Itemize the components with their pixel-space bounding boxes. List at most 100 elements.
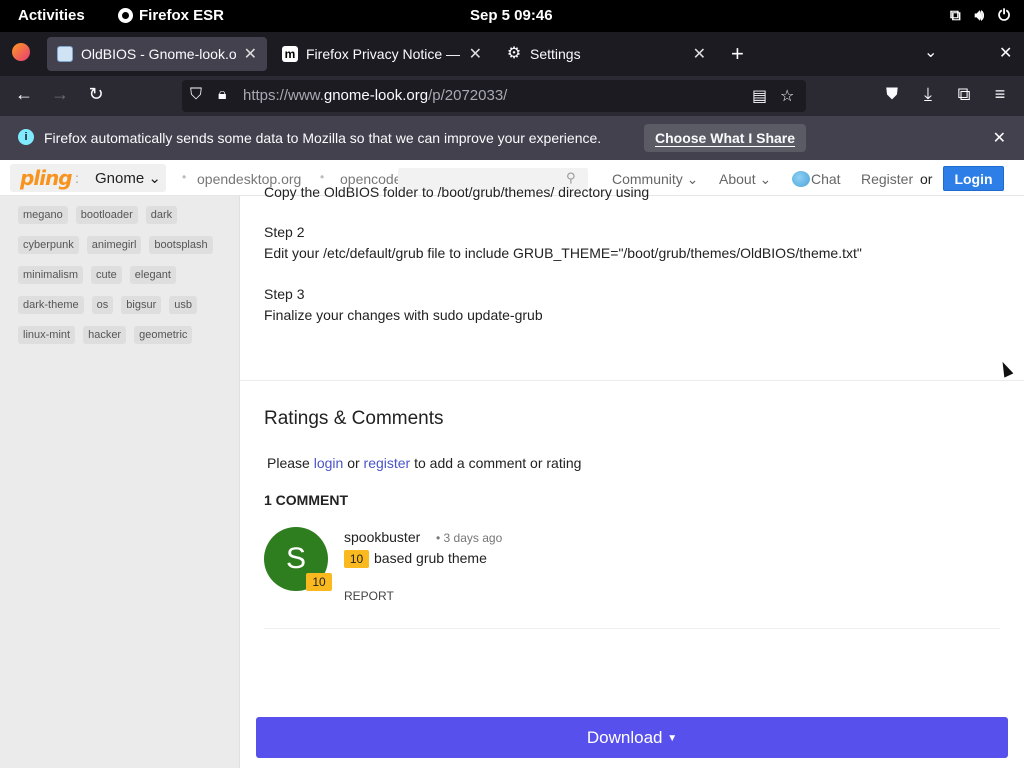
tag-dark-theme[interactable]: dark-theme xyxy=(18,296,84,314)
tag-os[interactable]: os xyxy=(91,296,114,314)
store-dropdown[interactable]: Gnome ⌄ xyxy=(95,169,161,187)
extensions-icon[interactable]: ⧉ xyxy=(952,84,976,105)
tab-title: Firefox Privacy Notice — M xyxy=(306,46,461,62)
prompt-suffix: to add a comment or rating xyxy=(414,455,582,471)
caret-down-icon: ▼ xyxy=(667,733,678,745)
tag-bootsplash[interactable]: bootsplash xyxy=(149,236,213,254)
tag-cloud: megano bootloader dark cyberpunk animegirl bo… xyxy=(18,200,228,350)
section-divider xyxy=(240,380,1024,381)
tag-minimalism[interactable]: minimalism xyxy=(18,266,83,284)
about-menu[interactable]: About ⌄ xyxy=(719,171,771,188)
new-tab-icon[interactable]: + xyxy=(731,41,744,67)
url-text[interactable]: https://www.gnome-look.org/p/2072033/ xyxy=(243,87,507,104)
lock-icon[interactable]: 🔒︎ xyxy=(218,86,227,104)
tab-oldbios[interactable]: OldBIOS - Gnome-look.o ✕ xyxy=(47,37,267,71)
app-menu[interactable]: Firefox ESR xyxy=(118,7,224,24)
info-icon: i xyxy=(18,129,34,145)
close-tab-icon[interactable]: ✕ xyxy=(469,44,482,64)
data-collection-notification: i Firefox automatically sends some data … xyxy=(0,116,1024,160)
bookmark-star-icon[interactable]: ☆ xyxy=(780,86,794,106)
power-icon[interactable]: ⏻ xyxy=(998,7,1010,24)
tag-megano[interactable]: megano xyxy=(18,206,68,224)
tag-row: cyberpunk animegirl bootsplash xyxy=(18,230,228,260)
step-2: Step 2 Edit your /etc/default/grub file … xyxy=(264,222,862,264)
tag-usb[interactable]: usb xyxy=(169,296,197,314)
tag-row: linux-mint hacker geometric xyxy=(18,320,228,350)
tag-bootloader[interactable]: bootloader xyxy=(75,206,138,224)
tag-hacker[interactable]: hacker xyxy=(83,326,127,344)
comment-rating-badge: 10 xyxy=(344,550,369,568)
login-button[interactable]: Login xyxy=(943,166,1004,191)
comment-count: 1 COMMENT xyxy=(264,492,348,508)
navigation-bar: ← → ↻ ⛉ 🔒︎ https://www.gnome-look.org/p/… xyxy=(0,76,1024,116)
choose-what-i-share-button[interactable]: Choose What I Share xyxy=(644,124,807,152)
tag-linux-mint[interactable]: linux-mint xyxy=(18,326,76,344)
step-title: Step 2 xyxy=(264,224,305,240)
avatar-rating-badge: 10 xyxy=(306,573,332,591)
close-notification-icon[interactable]: ✕ xyxy=(993,128,1006,148)
comment-divider xyxy=(264,628,1000,629)
close-tab-icon[interactable]: ✕ xyxy=(244,44,257,64)
ratings-comments-heading: Ratings & Comments xyxy=(264,408,444,429)
prompt-or: or xyxy=(347,455,360,471)
tag-row: megano bootloader dark xyxy=(18,200,228,230)
downloads-icon[interactable]: ⤓ xyxy=(916,84,940,105)
pling-logo[interactable]: pling xyxy=(20,166,73,190)
list-tabs-icon[interactable]: ⌄ xyxy=(924,42,937,62)
register-link[interactable]: register xyxy=(364,455,411,471)
step-text: Finalize your changes with sudo update-g… xyxy=(264,307,543,323)
reader-view-icon[interactable]: ▤ xyxy=(752,86,767,106)
close-tab-icon[interactable]: ✕ xyxy=(693,44,706,64)
network-icon[interactable]: ⧉ xyxy=(950,7,961,24)
report-link[interactable]: REPORT xyxy=(344,589,394,603)
mozilla-favicon: m xyxy=(282,46,298,62)
bullet: • xyxy=(182,170,187,184)
prompt-text: Please xyxy=(267,455,310,471)
gear-icon: ⚙ xyxy=(506,45,522,62)
tag-dark[interactable]: dark xyxy=(145,206,178,224)
tag-geometric[interactable]: geometric xyxy=(134,326,193,344)
tab-settings[interactable]: ⚙ Settings ✕ xyxy=(496,37,716,71)
sidebar: megano bootloader dark cyberpunk animegirl bo… xyxy=(0,196,240,768)
url-bar[interactable]: ⛉ 🔒︎ https://www.gnome-look.org/p/207203… xyxy=(182,80,806,112)
chat-icon[interactable] xyxy=(792,171,810,187)
register-link[interactable]: Register xyxy=(861,171,913,187)
chat-link[interactable]: Chat xyxy=(811,171,841,187)
tag-cute[interactable]: cute xyxy=(91,266,122,284)
close-window-icon[interactable]: ✕ xyxy=(999,43,1012,63)
firefox-icon xyxy=(118,8,133,23)
comment-username[interactable]: spookbuster xyxy=(344,529,420,545)
tag-bigsur[interactable]: bigsur xyxy=(121,296,162,314)
logo-separator: : xyxy=(75,170,79,186)
tab-title: OldBIOS - Gnome-look.o xyxy=(81,46,236,62)
step-3: Step 3 Finalize your changes with sudo u… xyxy=(264,284,543,326)
store-selector[interactable]: pling : Gnome ⌄ xyxy=(10,164,166,192)
tab-privacy-notice[interactable]: m Firefox Privacy Notice — M ✕ xyxy=(272,37,492,71)
system-top-bar: Activities Firefox ESR Sep 5 09:46 ⧉ 🔊︎ … xyxy=(0,0,1024,32)
pocket-icon[interactable]: ⛊ xyxy=(880,86,904,104)
forward-icon[interactable]: → xyxy=(48,84,72,105)
bullet: • xyxy=(320,170,325,184)
comment-time: • 3 days ago xyxy=(436,531,503,545)
shield-icon[interactable]: ⛉ xyxy=(190,86,202,104)
volume-icon[interactable]: 🔊︎ xyxy=(975,7,984,24)
or-text: or xyxy=(920,171,933,187)
tag-row: dark-theme os bigsur usb xyxy=(18,290,228,320)
tag-cyberpunk[interactable]: cyberpunk xyxy=(18,236,79,254)
menu-icon[interactable]: ≡ xyxy=(988,84,1012,105)
activities-button[interactable]: Activities xyxy=(18,7,85,24)
notification-message: Firefox automatically sends some data to… xyxy=(44,130,602,146)
tag-row: minimalism cute elegant xyxy=(18,260,228,290)
reload-icon[interactable]: ↻ xyxy=(84,84,108,105)
clock[interactable]: Sep 5 09:46 xyxy=(470,7,553,24)
tag-elegant[interactable]: elegant xyxy=(129,266,176,284)
firefox-view-icon[interactable] xyxy=(12,43,30,61)
back-icon[interactable]: ← xyxy=(12,84,36,105)
gnome-look-favicon xyxy=(57,46,73,62)
login-link[interactable]: login xyxy=(314,455,344,471)
step-text: Edit your /etc/default/grub file to incl… xyxy=(264,245,862,261)
login-prompt: Please login or register to add a commen… xyxy=(267,455,581,471)
download-button[interactable]: Download ▼ xyxy=(256,717,1008,758)
system-tray[interactable]: ⧉ 🔊︎ ⏻ xyxy=(950,7,1010,24)
tag-animegirl[interactable]: animegirl xyxy=(86,236,142,254)
